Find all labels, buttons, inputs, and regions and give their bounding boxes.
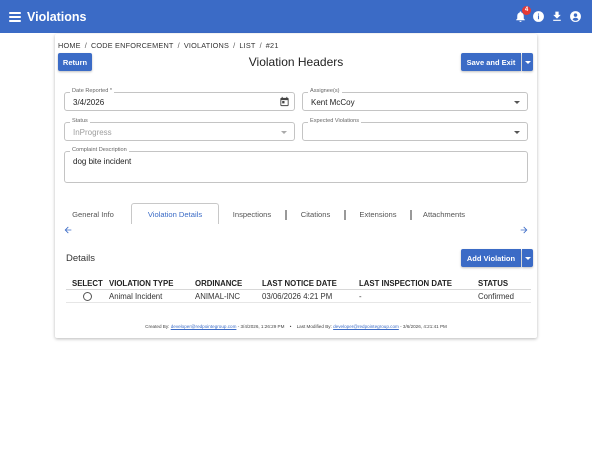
audit-footer: Created By: developer@redpointegroup.com… xyxy=(55,324,537,329)
row-select-radio[interactable] xyxy=(83,292,92,301)
modified-by-link[interactable]: developer@redpointegroup.com xyxy=(333,324,399,329)
breadcrumb-separator: / xyxy=(259,41,262,50)
modified-by-label: Last Modified By: xyxy=(296,324,332,329)
status-label: Status xyxy=(70,118,90,124)
breadcrumb-separator: / xyxy=(177,41,180,50)
last-inspection-date-cell: - xyxy=(359,292,362,301)
breadcrumb-violations[interactable]: VIOLATIONS xyxy=(184,41,229,50)
notifications-button[interactable]: 4 xyxy=(514,6,531,23)
add-violation-button[interactable]: Add Violation xyxy=(461,249,521,267)
app-bar-actions: 4 xyxy=(514,0,582,33)
assignee-select[interactable]: Assignee(s) Kent McCoy xyxy=(302,88,528,111)
chevron-down-icon xyxy=(514,101,520,104)
tab-citations[interactable]: Citations xyxy=(287,205,344,224)
status-value: InProgress xyxy=(73,128,112,137)
add-violation-options-button[interactable] xyxy=(522,249,533,267)
breadcrumb-code-enforcement[interactable]: CODE ENFORCEMENT xyxy=(91,41,174,50)
chevron-down-icon xyxy=(524,256,531,260)
date-reported-label: Date Reported * xyxy=(70,88,115,94)
breadcrumb-list[interactable]: LIST xyxy=(239,41,255,50)
arrow-left-icon[interactable] xyxy=(63,225,73,235)
save-options-button[interactable] xyxy=(522,53,533,71)
status-select: Status InProgress xyxy=(64,118,295,141)
column-header-last-notice-date[interactable]: LAST NOTICE DATE xyxy=(262,279,337,288)
details-heading: Details xyxy=(66,253,96,264)
column-header-last-inspection-date[interactable]: LAST INSPECTION DATE xyxy=(359,279,452,288)
tab-attachments[interactable]: Attachments xyxy=(412,205,476,224)
tab-inspections[interactable]: Inspections xyxy=(219,205,285,224)
column-header-status[interactable]: STATUS xyxy=(478,279,508,288)
chevron-down-icon xyxy=(524,60,531,64)
modified-at: - 3/6/2026, 4:21:41 PM xyxy=(400,324,447,329)
breadcrumb-home[interactable]: HOME xyxy=(58,41,81,50)
violation-type-cell: Animal Incident xyxy=(109,292,163,301)
created-by-label: Created By: xyxy=(145,324,170,329)
column-header-violation-type[interactable]: VIOLATION TYPE xyxy=(109,279,173,288)
table-row[interactable]: Animal Incident ANIMAL-INC 03/06/2026 4:… xyxy=(66,290,531,303)
created-at: - 3/4/2026, 1:26:29 PM xyxy=(237,324,285,329)
menu-icon[interactable] xyxy=(9,11,21,22)
breadcrumb-separator: / xyxy=(84,41,87,50)
footer-separator: • xyxy=(289,324,292,329)
complaint-description-field[interactable]: Complaint Description dog bite incident xyxy=(64,147,528,183)
column-header-ordinance[interactable]: ORDINANCE xyxy=(195,279,242,288)
breadcrumb-current: #21 xyxy=(265,41,279,50)
breadcrumb-separator: / xyxy=(233,41,236,50)
created-by-link[interactable]: developer@redpointegroup.com xyxy=(171,324,237,329)
date-reported-field[interactable]: Date Reported * 3/4/2026 xyxy=(64,88,295,111)
date-reported-value: 3/4/2026 xyxy=(73,98,105,107)
app-bar: Violations 4 xyxy=(0,0,592,33)
complaint-description-label: Complaint Description xyxy=(70,147,129,153)
expected-violations-select[interactable]: Expected Violations xyxy=(302,118,528,141)
column-header-select: SELECT xyxy=(72,279,103,288)
chevron-down-icon xyxy=(514,131,520,134)
info-icon[interactable] xyxy=(532,10,545,23)
save-and-exit-button[interactable]: Save and Exit xyxy=(461,53,521,71)
notification-badge: 4 xyxy=(522,6,531,15)
ordinance-cell: ANIMAL-INC xyxy=(195,292,241,301)
table-header-row: SELECT VIOLATION TYPE ORDINANCE LAST NOT… xyxy=(66,277,531,290)
tab-extensions[interactable]: Extensions xyxy=(346,205,410,224)
tab-bar: General Info Violation Details Inspectio… xyxy=(55,203,537,224)
account-icon[interactable] xyxy=(569,10,582,23)
complaint-description-value: dog bite incident xyxy=(73,157,132,166)
expected-violations-label: Expected Violations xyxy=(308,118,362,124)
app-title: Violations xyxy=(27,9,87,24)
breadcrumb: HOME / CODE ENFORCEMENT / VIOLATIONS / L… xyxy=(58,41,279,50)
arrow-right-icon[interactable] xyxy=(519,225,529,235)
assignee-label: Assignee(s) xyxy=(308,88,342,94)
download-icon[interactable] xyxy=(550,10,564,23)
tab-general-info[interactable]: General Info xyxy=(55,205,131,224)
tab-violation-details[interactable]: Violation Details xyxy=(131,203,219,224)
chevron-down-icon xyxy=(281,131,287,134)
violations-table: SELECT VIOLATION TYPE ORDINANCE LAST NOT… xyxy=(66,277,531,303)
assignee-value: Kent McCoy xyxy=(311,98,355,107)
violation-card: HOME / CODE ENFORCEMENT / VIOLATIONS / L… xyxy=(55,34,537,338)
calendar-icon[interactable] xyxy=(279,96,290,107)
status-cell: Confirmed xyxy=(478,292,514,301)
last-notice-date-cell: 03/06/2026 4:21 PM xyxy=(262,292,333,301)
